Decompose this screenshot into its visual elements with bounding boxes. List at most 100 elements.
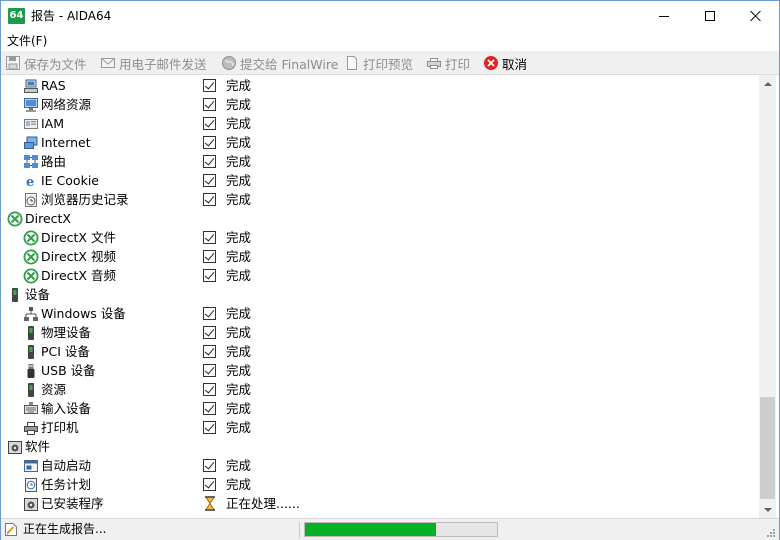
- row-label: 物理设备: [41, 325, 92, 340]
- scrollbar-thumb[interactable]: [760, 397, 775, 499]
- list-item: 资源 完成: [1, 380, 759, 399]
- list-item: DirectX 文件 完成: [1, 228, 759, 247]
- maximize-button[interactable]: [687, 1, 733, 31]
- save-icon: [5, 55, 21, 71]
- usb-icon: [23, 363, 39, 379]
- routes-icon: [23, 154, 39, 170]
- windows-devices-icon: [23, 306, 39, 322]
- list-item: DirectX 音频 完成: [1, 266, 759, 285]
- device-icon: [23, 382, 39, 398]
- save-to-file-button[interactable]: 保存为文件: [5, 53, 87, 73]
- row-label: 任务计划: [41, 477, 92, 492]
- checkbox-icon: [203, 250, 216, 263]
- row-label: 已安装程序: [41, 496, 104, 511]
- row-label: RAS: [41, 78, 66, 93]
- checkbox-icon: [203, 155, 216, 168]
- keyboard-icon: [23, 401, 39, 417]
- checkbox-icon: [203, 231, 216, 244]
- list-item: 浏览器历史记录 完成: [1, 190, 759, 209]
- list-item: IAM 完成: [1, 114, 759, 133]
- progress-fill: [305, 523, 436, 536]
- row-status: 完成: [226, 458, 252, 473]
- row-label: USB 设备: [41, 363, 96, 378]
- list-item: 自动启动 完成: [1, 456, 759, 475]
- send-email-button[interactable]: 用电子邮件发送: [100, 53, 207, 73]
- checkbox-icon: [203, 193, 216, 206]
- row-status: 完成: [226, 192, 252, 207]
- device-icon: [23, 344, 39, 360]
- checkbox-icon: [203, 98, 216, 111]
- submit-finalwire-button[interactable]: 提交给 FinalWire: [221, 53, 338, 73]
- row-label: Windows 设备: [41, 306, 126, 321]
- autostart-icon: [23, 458, 39, 474]
- list-item: 已安装程序 正在处理......: [1, 494, 759, 513]
- group-header-software: 软件: [1, 437, 759, 456]
- status-text: 正在生成报告...: [23, 522, 107, 536]
- minimize-button[interactable]: [641, 1, 687, 31]
- print-button[interactable]: 打印: [426, 53, 470, 73]
- xbox-icon: [23, 268, 39, 284]
- row-label: PCI 设备: [41, 344, 90, 359]
- ie-icon: e: [23, 173, 39, 190]
- close-icon: [750, 10, 762, 22]
- resize-grip-icon[interactable]: [766, 527, 776, 537]
- checkbox-icon: [203, 478, 216, 491]
- toolbar: 保存为文件 用电子邮件发送 提交给 FinalWire 打印预览 打印 取消: [1, 51, 779, 75]
- scroll-down-button[interactable]: [759, 501, 776, 518]
- row-status: 完成: [226, 344, 252, 359]
- cancel-button[interactable]: 取消: [483, 53, 527, 73]
- row-label: DirectX 音频: [41, 268, 116, 283]
- chevron-down-icon: [763, 507, 772, 512]
- row-status: 完成: [226, 135, 252, 150]
- window-title: 报告 - AIDA64: [31, 9, 112, 23]
- chevron-up-icon: [763, 81, 772, 86]
- checkbox-icon: [203, 383, 216, 396]
- checkbox-icon: [203, 117, 216, 130]
- row-status: 完成: [226, 420, 252, 435]
- row-status: 完成: [226, 230, 252, 245]
- row-label: Internet: [41, 135, 91, 150]
- save-to-file-label: 保存为文件: [24, 56, 87, 72]
- row-status: 完成: [226, 382, 252, 397]
- status-bar: 正在生成报告...: [1, 518, 779, 540]
- group-header-devices: 设备: [1, 285, 759, 304]
- row-status: 完成: [226, 477, 252, 492]
- row-label: DirectX 视频: [41, 249, 116, 264]
- print-preview-button[interactable]: 打印预览: [344, 53, 413, 73]
- checkbox-icon: [203, 402, 216, 415]
- internet-icon: [23, 135, 39, 151]
- list-item: 网络资源 完成: [1, 95, 759, 114]
- cancel-icon: [483, 55, 499, 71]
- list-item: RAS 完成: [1, 76, 759, 95]
- list-item: USB 设备 完成: [1, 361, 759, 380]
- group-label: 软件: [25, 439, 51, 454]
- print-preview-icon: [344, 55, 360, 71]
- checkbox-icon: [203, 269, 216, 282]
- close-button[interactable]: [733, 1, 779, 31]
- row-status: 完成: [226, 116, 252, 131]
- row-status: 完成: [226, 249, 252, 264]
- row-label: 网络资源: [41, 97, 92, 112]
- submit-finalwire-label: 提交给 FinalWire: [240, 56, 339, 72]
- device-icon: [7, 287, 23, 303]
- iam-icon: [23, 116, 39, 132]
- scroll-up-button[interactable]: [759, 75, 776, 92]
- row-label: 自动启动: [41, 458, 92, 473]
- globe-icon: [221, 55, 237, 71]
- checkbox-icon: [203, 326, 216, 339]
- menu-file[interactable]: 文件(F): [7, 34, 47, 49]
- report-progress-list: RAS 完成 网络资源 完成 IAM 完成 Internet 完成 路由 完成 …: [1, 75, 759, 518]
- checkbox-icon: [203, 174, 216, 187]
- email-icon: [100, 55, 116, 71]
- list-item: 任务计划 完成: [1, 475, 759, 494]
- svg-text:e: e: [26, 175, 34, 189]
- printer-icon: [23, 420, 39, 436]
- device-icon: [23, 325, 39, 341]
- vertical-scrollbar[interactable]: [759, 75, 776, 518]
- row-status: 完成: [226, 154, 252, 169]
- title-bar: 64 报告 - AIDA64: [1, 1, 779, 31]
- checkbox-icon: [203, 345, 216, 358]
- progress-bar: [304, 522, 498, 537]
- checkbox-icon: [203, 421, 216, 434]
- row-status: 完成: [226, 325, 252, 340]
